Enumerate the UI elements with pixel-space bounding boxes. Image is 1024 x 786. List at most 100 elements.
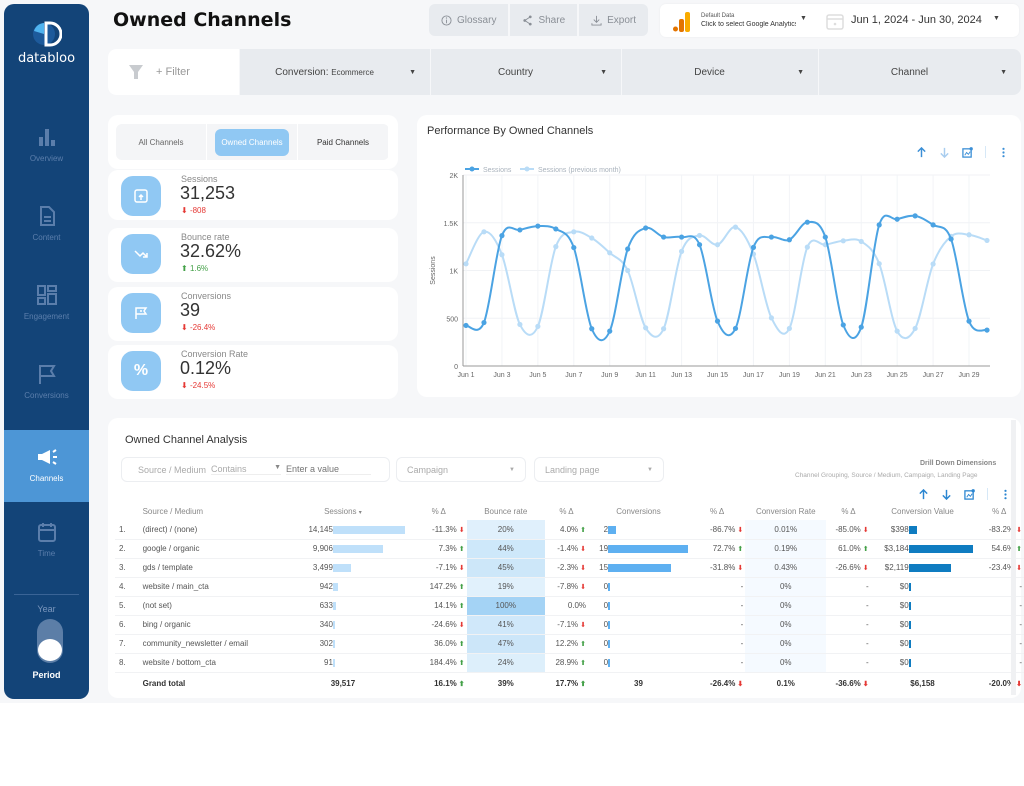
col-conversion-value[interactable]: Conversion Value <box>871 503 975 520</box>
table-row[interactable]: 5. (not set) 633 14.1% ⬆ 100% 0.0% 0-0% - $0- <box>115 596 1024 616</box>
col-conversions[interactable]: Conversions <box>588 503 689 520</box>
year-period-toggle[interactable] <box>37 619 63 663</box>
arrow-down-icon: ⬇ <box>1016 565 1022 572</box>
campaign-select[interactable]: Campaign ▼ <box>396 457 526 482</box>
more-vertical-icon[interactable] <box>998 147 1009 158</box>
add-filter-button[interactable]: + Filter <box>108 49 239 95</box>
row-index: 7. <box>115 634 140 654</box>
caret-down-icon[interactable]: ▼ <box>800 15 807 22</box>
more-vertical-icon[interactable] <box>1000 489 1011 500</box>
brand-logo[interactable]: databloo <box>4 20 89 66</box>
kpi-card-sessions: Sessions 31,253 ⬇ -808 <box>108 170 398 220</box>
add-filter-label: + Filter <box>156 66 190 78</box>
col-conversion-rate-delta[interactable]: % Δ <box>826 503 870 520</box>
data-point <box>786 325 792 332</box>
conversion-rate-delta-cell: - <box>826 596 871 616</box>
filter-value-input[interactable] <box>286 464 372 475</box>
toolbar-divider <box>985 146 986 158</box>
delta-value: - <box>866 620 869 629</box>
table-row[interactable]: 3. gds / template 3,499 -7.1% ⬇ 45% -2.3% ⬇ 15 -3… <box>115 558 1024 578</box>
datasource-selector[interactable]: Click to select Google Analytics <box>701 21 796 28</box>
table-row[interactable]: 1. (direct) / (none) 14,145 -11.3% ⬇ 20% 4.0% ⬆… <box>115 520 1024 540</box>
tab-owned-channels[interactable]: Owned Channels <box>207 124 298 160</box>
table-row[interactable]: 7. community_newsletter / email 302 36.0% ⬆ 4… <box>115 634 1024 654</box>
sessions-line-chart: 0 500 1K 1.5K 2K Jun 1 Jun 3 Jun 5 Jun 7 Jun 9 Jun… <box>430 166 990 379</box>
conversion-value: $0 <box>899 620 909 629</box>
delta-value: - <box>740 620 744 629</box>
delta-value: -26.4% <box>710 678 736 688</box>
conversion-value-bar <box>908 563 952 572</box>
conversion-value-bar <box>908 658 911 667</box>
arrow-down-icon: ⬇ <box>862 526 869 534</box>
landing-page-select[interactable]: Landing page ▼ <box>534 457 664 482</box>
arrow-up-icon: ⬆ <box>580 641 587 648</box>
tab-paid-channels[interactable]: Paid Channels <box>298 124 389 160</box>
analysis-title: Owned Channel Analysis <box>125 434 248 446</box>
col-conversion-value-delta[interactable]: % Δ <box>974 503 1024 520</box>
drill-down-title: Drill Down Dimensions <box>920 460 997 467</box>
data-point <box>768 234 775 240</box>
conversion-rate-cell: 0% <box>745 653 827 673</box>
delta-value: -26.6% <box>835 563 861 572</box>
sidebar-item-overview[interactable]: Overview <box>4 126 89 198</box>
conversions-delta-cell: - <box>688 634 746 654</box>
channel-select[interactable]: Channel ▼ <box>818 49 1021 95</box>
conversion-select[interactable]: Conversion: Ecommerce ▼ <box>239 49 430 95</box>
tab-all-channels[interactable]: All Channels <box>116 124 207 160</box>
share-icon <box>523 14 533 26</box>
col-bounce-rate[interactable]: Bounce rate <box>467 503 545 520</box>
kpi-delta: ⬇ -26.4% <box>181 323 215 332</box>
table-row[interactable]: 2. google / organic 9,906 7.3% ⬆ 44% -1.4% ⬇ 19 7… <box>115 539 1024 559</box>
col-conversions-delta[interactable]: % Δ <box>689 503 745 520</box>
sort-ascending-icon[interactable] <box>916 146 927 158</box>
glossary-button[interactable]: Glossary <box>429 4 509 36</box>
data-point <box>912 325 918 332</box>
conversion-value-cell: $0 <box>870 653 975 673</box>
row-index <box>115 672 140 694</box>
conversions-value: 0 <box>603 658 609 667</box>
sidebar-item-channels[interactable]: Channels <box>4 430 89 502</box>
data-point <box>571 229 577 235</box>
table-scrollbar[interactable] <box>1011 420 1016 695</box>
chart-explore-icon[interactable] <box>964 488 975 500</box>
col-sessions-delta[interactable]: % Δ <box>411 503 467 520</box>
kpi-value: 31,253 <box>180 183 236 203</box>
conversion-value-bar <box>908 582 911 591</box>
sidebar-item-time[interactable]: Time <box>4 521 89 593</box>
table-row[interactable]: 6. bing / organic 340 -24.6% ⬇ 41% -7.1% ⬇ 0-0% -… <box>115 615 1024 635</box>
date-range-picker[interactable]: Jun 1, 2024 - Jun 30, 2024 <box>851 14 982 26</box>
data-point <box>625 246 631 252</box>
export-button[interactable]: Export <box>579 4 649 36</box>
col-bounce-delta[interactable]: % Δ <box>545 503 588 520</box>
country-select[interactable]: Country ▼ <box>430 49 621 95</box>
toggle-period-label: Period <box>32 670 61 680</box>
arrow-up-icon: ⬆ <box>862 546 869 553</box>
sidebar-item-conversions[interactable]: Conversions <box>4 363 89 435</box>
conversions-value: 19 <box>599 544 609 553</box>
sidebar-item-engagement[interactable]: Engagement <box>4 284 89 356</box>
sidebar-item-label: Conversions <box>24 391 69 400</box>
col-source-medium[interactable]: Source / Medium <box>140 503 275 520</box>
conversion-value-cell: $398 <box>870 520 975 540</box>
device-select[interactable]: Device ▼ <box>621 49 818 95</box>
sidebar-item-content[interactable]: Content <box>4 205 89 277</box>
sort-descending-icon[interactable] <box>939 147 950 158</box>
table-row[interactable]: 8. website / bottom_cta 91 184.4% ⬆ 24% 28.9% ⬆… <box>115 653 1024 673</box>
sort-ascending-icon[interactable] <box>918 488 929 500</box>
source-medium-cell: (direct) / (none) <box>139 520 275 540</box>
col-conversion-rate[interactable]: Conversion Rate <box>745 503 826 520</box>
col-sessions[interactable]: Sessions ▾ <box>275 503 411 520</box>
chart-explore-icon[interactable] <box>962 146 973 158</box>
table-row[interactable]: 4. website / main_cta 942 147.2% ⬆ 19% -7.8% ⬇ 0… <box>115 577 1024 597</box>
caret-down-icon[interactable]: ▼ <box>993 15 1000 22</box>
share-button[interactable]: Share <box>510 4 578 36</box>
filter-funnel-icon <box>129 65 143 79</box>
conversion-rate-delta-cell: - <box>826 653 871 673</box>
sort-descending-icon[interactable] <box>941 489 952 500</box>
conversion-label: Conversion: <box>275 66 329 78</box>
filter-operator-select[interactable]: Contains ▼ <box>211 464 282 475</box>
x-tick-label: Jun 29 <box>959 372 980 379</box>
data-point <box>661 326 667 332</box>
total-conversion-rate-delta: -36.6% ⬇ <box>826 672 870 694</box>
arrow-up-icon: ⬆ <box>458 680 465 688</box>
